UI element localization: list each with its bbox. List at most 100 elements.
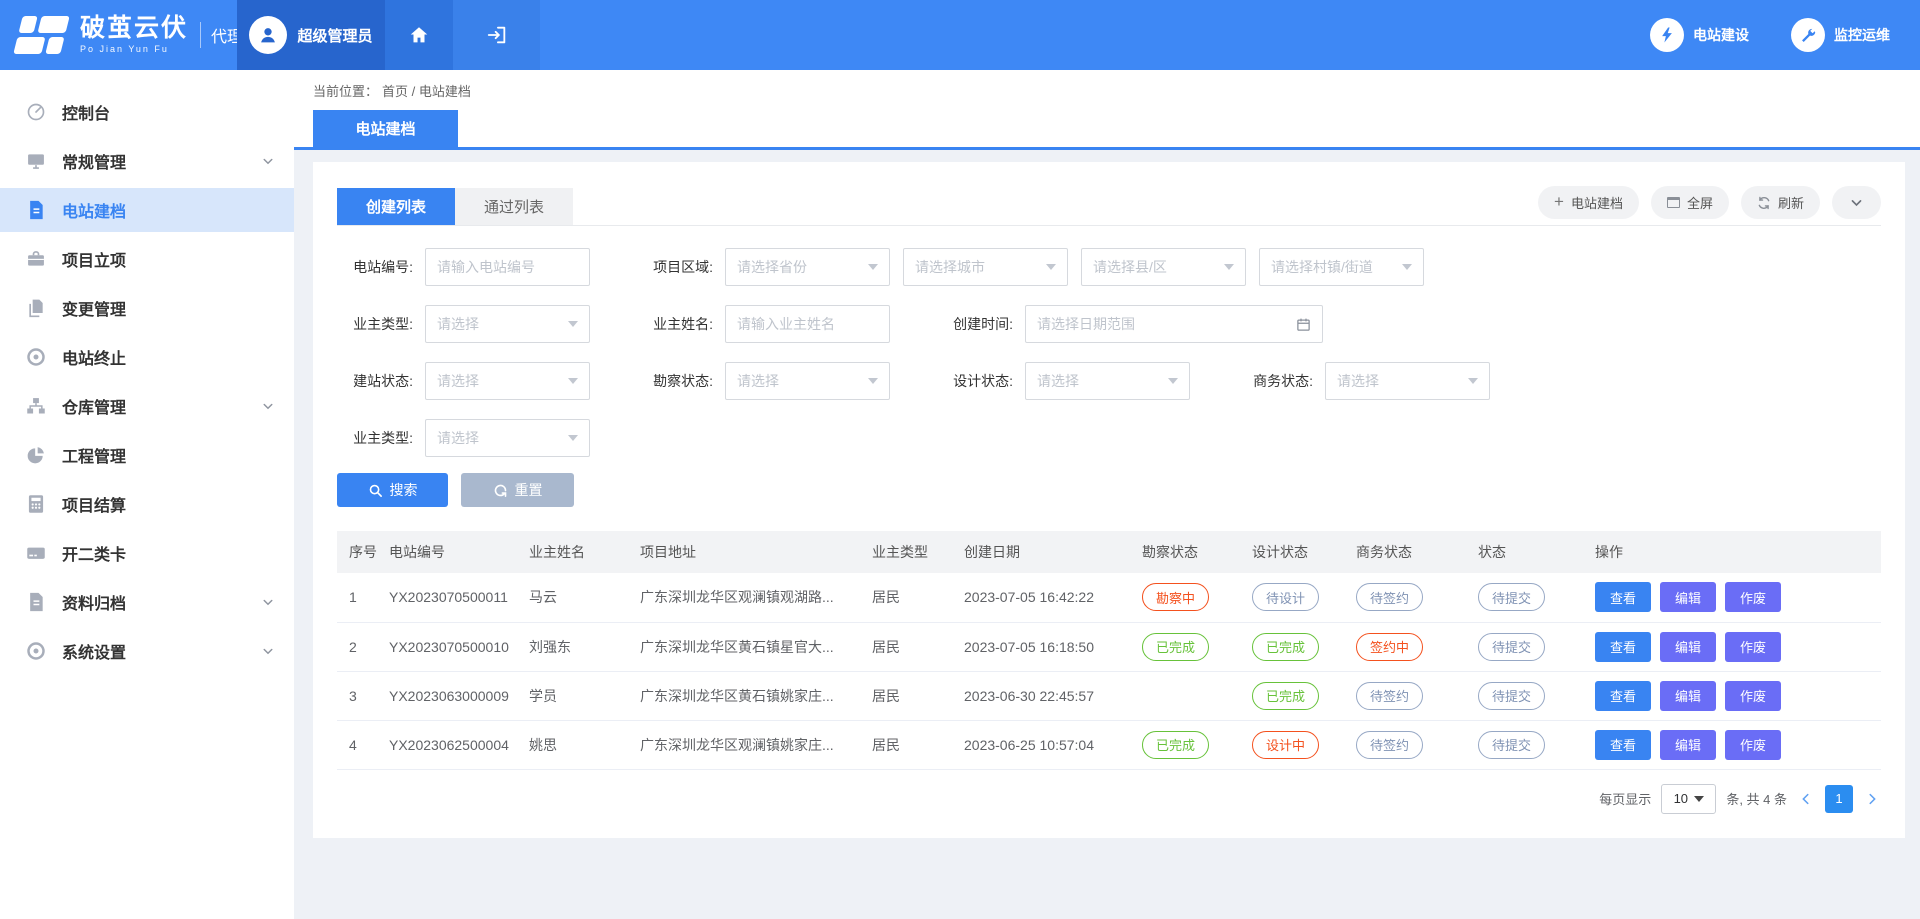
void-button[interactable]: 作废 xyxy=(1725,681,1781,711)
bolt-icon xyxy=(1650,18,1684,52)
next-page-button[interactable] xyxy=(1863,792,1881,806)
total-count-label: 条, 共 4 条 xyxy=(1726,789,1787,808)
town-select[interactable]: 请选择村镇/街道 xyxy=(1259,248,1424,286)
sidebar-item-system-settings[interactable]: 系统设置 xyxy=(0,629,294,673)
edit-button[interactable]: 编辑 xyxy=(1660,681,1716,711)
page-tab-station-archive[interactable]: 电站建档 xyxy=(313,110,458,147)
sidebar-item-label: 资料归档 xyxy=(62,590,246,614)
status-badge: 已完成 xyxy=(1142,731,1209,759)
sidebar-item-engineering-mgmt[interactable]: 工程管理 xyxy=(0,433,294,477)
home-button[interactable] xyxy=(385,0,453,70)
caret-down-icon xyxy=(868,264,878,270)
pagination: 每页显示 10 条, 共 4 条 1 xyxy=(337,784,1881,814)
build-status-select[interactable]: 请选择 xyxy=(425,362,590,400)
view-button[interactable]: 查看 xyxy=(1595,730,1651,760)
edit-button[interactable]: 编辑 xyxy=(1660,730,1716,760)
breadcrumb: 当前位置： 首页 / 电站建档 xyxy=(294,70,1920,110)
sidebar-item-change-mgmt[interactable]: 变更管理 xyxy=(0,286,294,330)
refresh-label: 刷新 xyxy=(1778,193,1804,212)
status-badge: 已完成 xyxy=(1252,633,1319,661)
col-actions: 操作 xyxy=(1589,531,1881,573)
user-name: 超级管理员 xyxy=(297,25,372,46)
caret-down-icon xyxy=(1402,264,1412,270)
tab-passed-list[interactable]: 通过列表 xyxy=(455,188,573,225)
void-button[interactable]: 作废 xyxy=(1725,632,1781,662)
view-button[interactable]: 查看 xyxy=(1595,681,1651,711)
status-badge: 待设计 xyxy=(1252,583,1319,611)
filter-form: 电站编号: 项目区域: 请选择省份 请选择城市 请选择县/区 请选择村镇/街道 xyxy=(337,248,1881,457)
per-page-label: 每页显示 xyxy=(1599,789,1651,808)
logout-icon xyxy=(486,24,508,46)
field-owner-type: 业主类型: 请选择 xyxy=(337,305,637,343)
sidebar-item-project-settlement[interactable]: 项目结算 xyxy=(0,482,294,526)
owner-type-2-select[interactable]: 请选择 xyxy=(425,419,590,457)
status-badge: 已完成 xyxy=(1252,682,1319,710)
search-label: 搜索 xyxy=(390,480,418,500)
sidebar-item-open-card[interactable]: 开二类卡 xyxy=(0,531,294,575)
collapse-toolbar-button[interactable] xyxy=(1832,186,1881,219)
reset-button[interactable]: 重置 xyxy=(461,473,574,507)
province-select[interactable]: 请选择省份 xyxy=(725,248,890,286)
nav-station-build[interactable]: 电站建设 xyxy=(1650,18,1749,52)
station-code-input[interactable] xyxy=(425,248,590,286)
owner-type-select[interactable]: 请选择 xyxy=(425,305,590,343)
tab-create-list[interactable]: 创建列表 xyxy=(337,188,455,225)
status-badge: 设计中 xyxy=(1252,731,1319,759)
business-status-label: 商务状态: xyxy=(1237,371,1325,391)
page-number-button[interactable]: 1 xyxy=(1825,785,1853,813)
sidebar-item-label: 常规管理 xyxy=(62,149,246,173)
brand-logo-icon xyxy=(13,16,72,54)
status-badge: 勘察中 xyxy=(1142,583,1209,611)
filter-row-3: 建站状态: 请选择 勘察状态: 请选择 设计状态: 请选择 xyxy=(337,362,1881,400)
status-badge: 待提交 xyxy=(1478,682,1545,710)
void-button[interactable]: 作废 xyxy=(1725,730,1781,760)
void-button[interactable]: 作废 xyxy=(1725,582,1781,612)
status-badge: 签约中 xyxy=(1356,633,1423,661)
county-select[interactable]: 请选择县/区 xyxy=(1081,248,1246,286)
business-status-select[interactable]: 请选择 xyxy=(1325,362,1490,400)
search-button[interactable]: 搜索 xyxy=(337,473,448,507)
edit-button[interactable]: 编辑 xyxy=(1660,632,1716,662)
station-code-label: 电站编号: xyxy=(337,257,425,277)
brand-name-cn: 破茧云伏 xyxy=(80,16,188,41)
sidebar-item-station-terminate[interactable]: 电站终止 xyxy=(0,335,294,379)
sidebar-item-warehouse-mgmt[interactable]: 仓库管理 xyxy=(0,384,294,428)
refresh-icon xyxy=(1757,196,1771,210)
wrench-icon xyxy=(1791,18,1825,52)
view-button[interactable]: 查看 xyxy=(1595,582,1651,612)
fullscreen-button[interactable]: 全屏 xyxy=(1651,186,1729,219)
create-station-label: 电站建档 xyxy=(1571,193,1623,212)
view-button[interactable]: 查看 xyxy=(1595,632,1651,662)
prev-page-button[interactable] xyxy=(1797,792,1815,806)
field-build-status: 建站状态: 请选择 xyxy=(337,362,637,400)
refresh-button[interactable]: 刷新 xyxy=(1741,186,1820,219)
owner-name-input[interactable] xyxy=(725,305,890,343)
city-select[interactable]: 请选择城市 xyxy=(903,248,1068,286)
sitemap-icon xyxy=(26,396,46,416)
nav-monitor-ops[interactable]: 监控运维 xyxy=(1791,18,1890,52)
field-survey-status: 勘察状态: 请选择 xyxy=(637,362,937,400)
sidebar: 控制台 常规管理 电站建档 项目立项 变更管理 电站终止 xyxy=(0,70,294,919)
create-station-button[interactable]: + 电站建档 xyxy=(1538,186,1639,219)
user-menu[interactable]: 超级管理员 xyxy=(237,0,385,70)
chevron-down-icon xyxy=(262,155,274,167)
field-region-province: 项目区域: 请选择省份 xyxy=(637,248,890,286)
survey-status-select[interactable]: 请选择 xyxy=(725,362,890,400)
sidebar-item-console[interactable]: 控制台 xyxy=(0,90,294,134)
date-range-input[interactable]: 请选择日期范围 xyxy=(1025,305,1323,343)
main-content: 当前位置： 首页 / 电站建档 电站建档 创建列表 通过列表 xyxy=(294,70,1920,919)
sidebar-item-station-archive[interactable]: 电站建档 xyxy=(0,188,294,232)
breadcrumb-path[interactable]: 首页 / 电站建档 xyxy=(382,81,471,100)
status-badge: 待签约 xyxy=(1356,731,1423,759)
col-index: 序号 xyxy=(337,531,383,573)
per-page-select[interactable]: 10 xyxy=(1661,784,1716,814)
sidebar-item-label: 系统设置 xyxy=(62,639,246,663)
design-status-select[interactable]: 请选择 xyxy=(1025,362,1190,400)
caret-down-icon xyxy=(1224,264,1234,270)
sidebar-item-general-mgmt[interactable]: 常规管理 xyxy=(0,139,294,183)
owner-type-label: 业主类型: xyxy=(337,314,425,334)
sidebar-item-project-init[interactable]: 项目立项 xyxy=(0,237,294,281)
sidebar-item-data-archive[interactable]: 资料归档 xyxy=(0,580,294,624)
logout-button[interactable] xyxy=(453,0,540,70)
edit-button[interactable]: 编辑 xyxy=(1660,582,1716,612)
